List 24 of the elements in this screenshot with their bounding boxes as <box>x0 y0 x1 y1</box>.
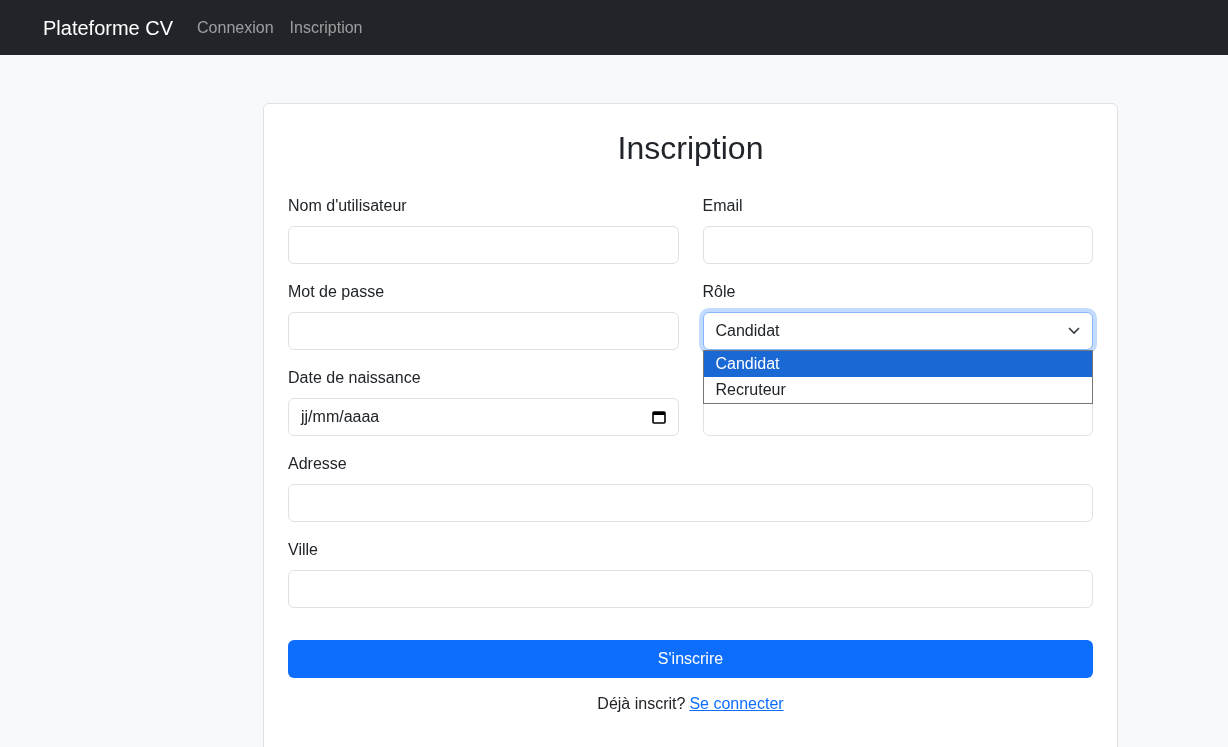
brand-link[interactable]: Plateforme CV <box>43 13 174 42</box>
calendar-icon <box>651 410 666 424</box>
field-label: Email <box>702 197 743 214</box>
login-link[interactable]: Se connecter <box>689 692 784 716</box>
form-title: Inscription <box>617 130 764 166</box>
submit-button[interactable]: S'inscrire <box>288 640 1093 678</box>
text-input-field[interactable] <box>288 226 679 264</box>
footer-text: Déjà inscrit? <box>597 694 686 714</box>
field-label: Adresse <box>288 455 347 472</box>
date-input-field[interactable]: jj/mm/aaaa <box>288 398 679 436</box>
text-input-field[interactable] <box>288 484 1093 522</box>
text-input-field[interactable] <box>288 312 679 350</box>
nav-link[interactable]: Connexion <box>197 15 274 40</box>
chevron-down-icon <box>1068 327 1080 335</box>
dropdown-option[interactable]: Candidat <box>703 351 1092 377</box>
role-select[interactable]: Candidat <box>702 312 1093 350</box>
field-label: Nom d'utilisateur <box>288 197 407 214</box>
nav-link[interactable]: Inscription <box>289 15 363 40</box>
field-label: Rôle <box>702 283 736 300</box>
text-input-field[interactable] <box>288 570 1093 608</box>
field-label: Date de naissance <box>288 369 421 386</box>
text-input-field[interactable] <box>702 226 1093 264</box>
field-label: Ville <box>288 541 318 558</box>
field-label: Mot de passe <box>288 283 385 300</box>
